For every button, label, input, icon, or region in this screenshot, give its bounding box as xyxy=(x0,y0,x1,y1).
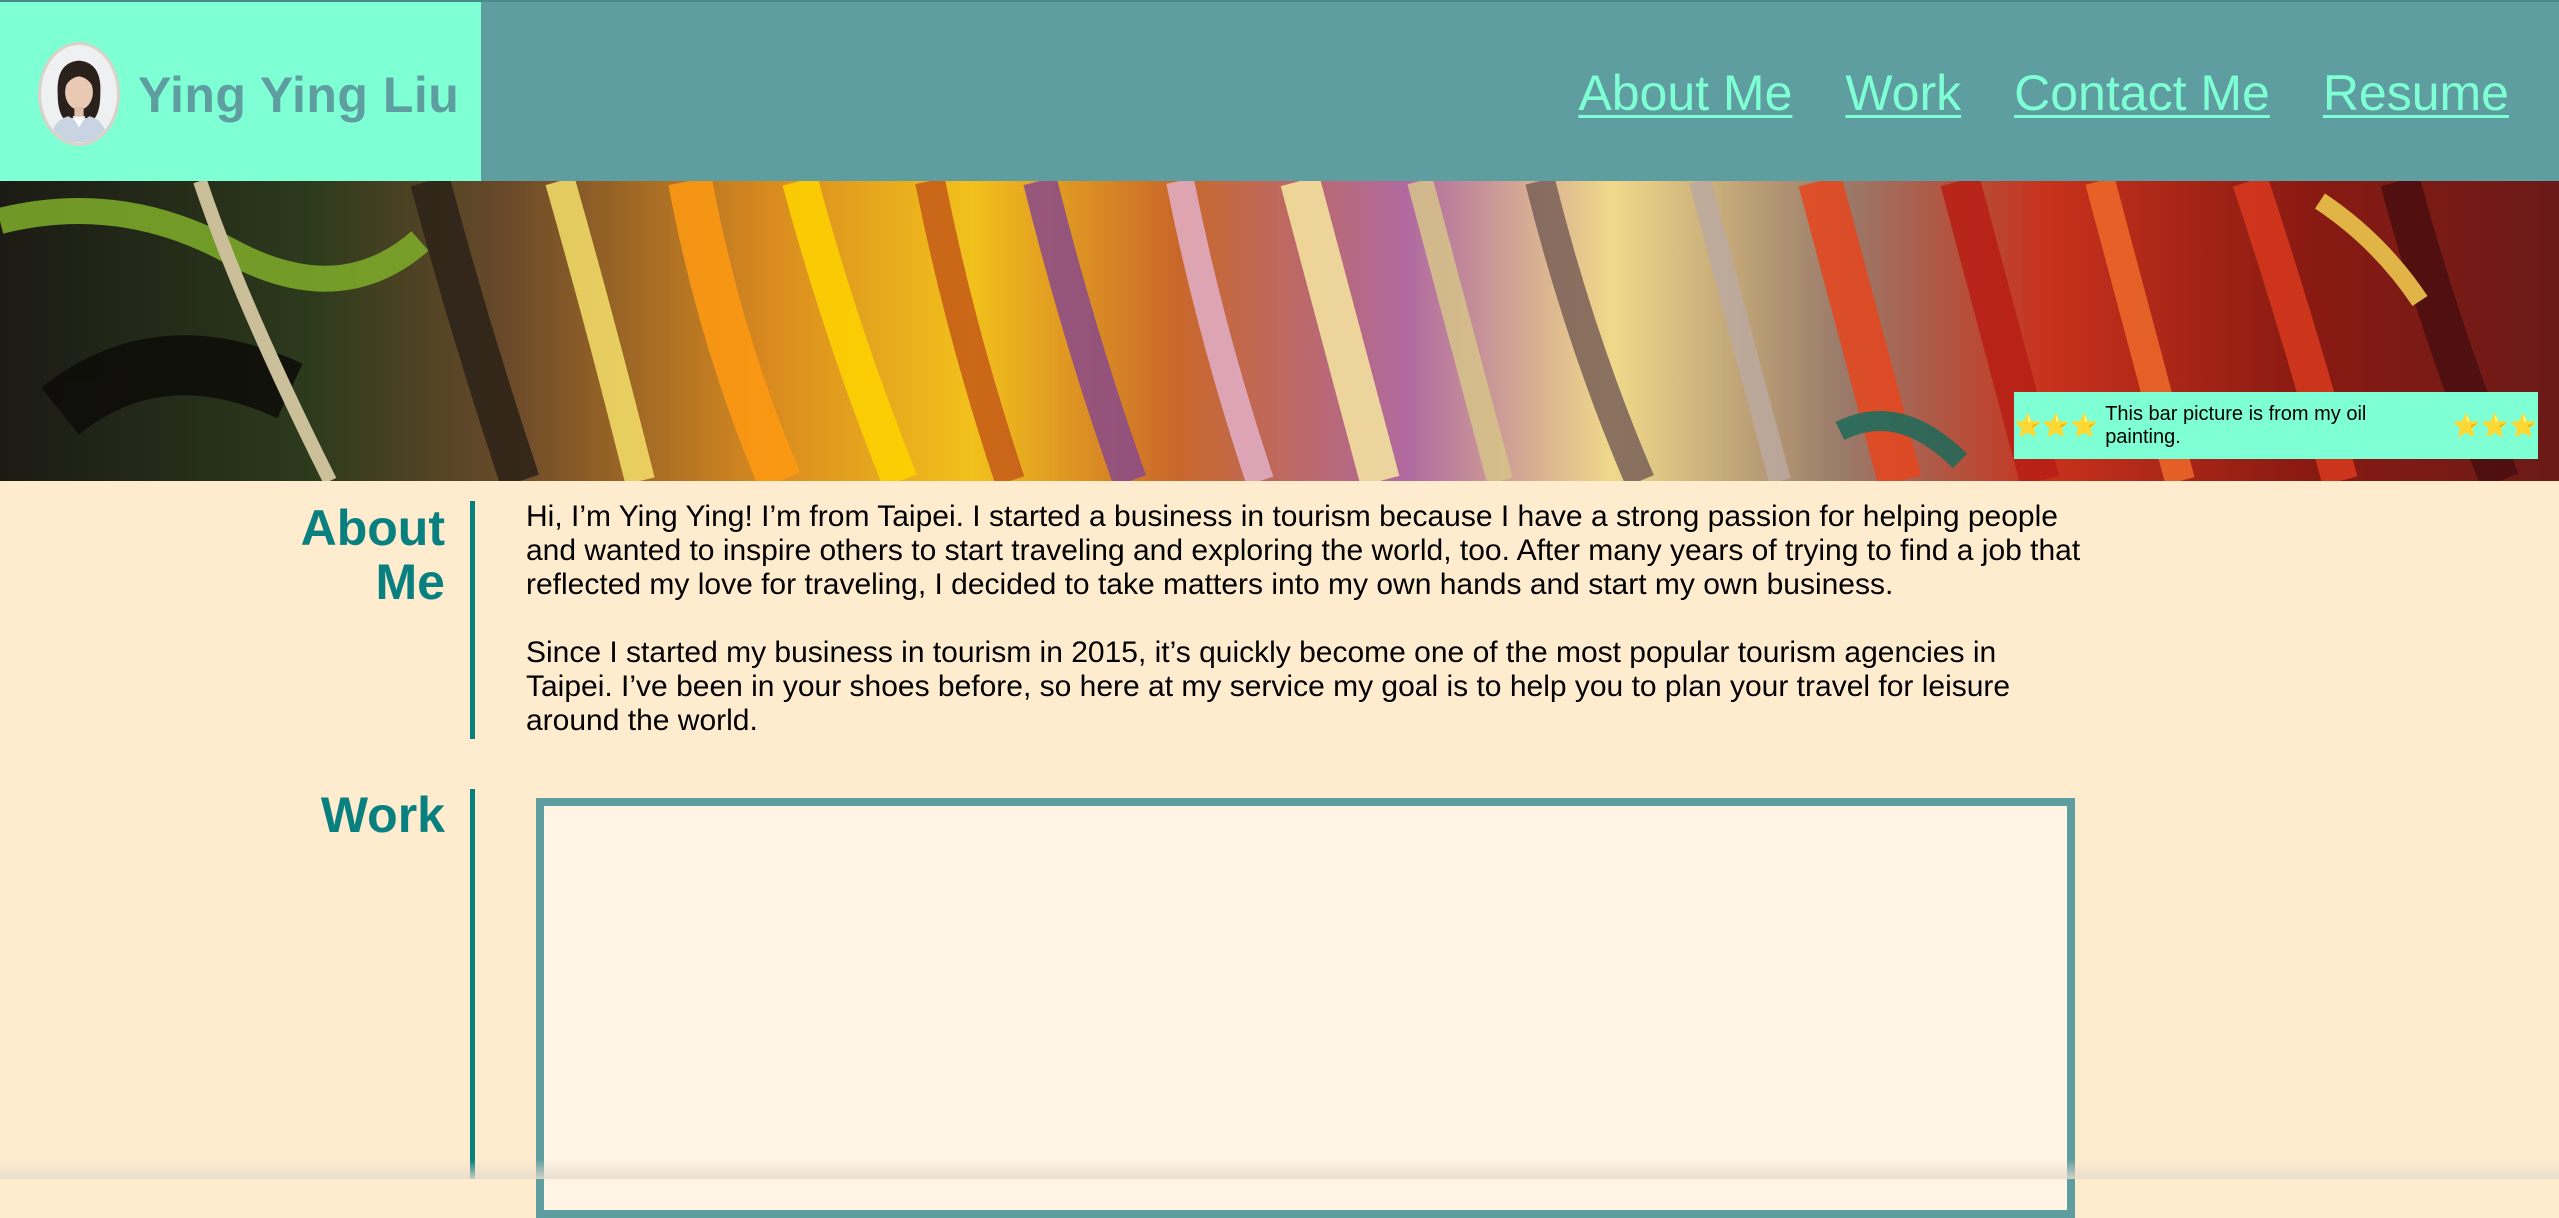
bottom-shadow xyxy=(0,1160,2559,1179)
banner-caption: ⭐⭐⭐ This bar picture is from my oil pain… xyxy=(2014,392,2538,459)
site-header: Ying Ying Liu About Me Work Contact Me R… xyxy=(0,0,2559,183)
nav-link-about-me[interactable]: About Me xyxy=(1578,64,1792,122)
banner-caption-text: This bar picture is from my oil painting… xyxy=(2105,402,2367,448)
star-icon: ⭐⭐⭐ xyxy=(2452,412,2538,438)
hero-banner: ⭐⭐⭐ This bar picture is from my oil pain… xyxy=(0,181,2559,481)
about-me-heading: About Me xyxy=(245,501,445,609)
avatar-portrait-icon xyxy=(41,45,117,143)
main-nav: About Me Work Contact Me Resume xyxy=(1578,64,2509,122)
nav-link-contact-me[interactable]: Contact Me xyxy=(2014,64,2270,122)
brand-name[interactable]: Ying Ying Liu xyxy=(138,66,459,124)
about-paragraph-1: Hi, I’m Ying Ying! I’m from Taipei. I st… xyxy=(526,500,2081,601)
brand-block: Ying Ying Liu xyxy=(0,2,481,183)
about-me-heading-line2: Me xyxy=(375,554,445,610)
work-divider xyxy=(470,789,475,1179)
star-icon: ⭐⭐⭐ xyxy=(2014,412,2100,438)
nav-link-resume[interactable]: Resume xyxy=(2323,64,2509,122)
about-me-heading-line1: About xyxy=(300,500,445,556)
about-divider xyxy=(470,501,475,739)
work-content-frame[interactable] xyxy=(536,798,2075,1218)
about-me-body: Hi, I’m Ying Ying! I’m from Taipei. I st… xyxy=(526,500,2086,738)
nav-link-work[interactable]: Work xyxy=(1845,64,1961,122)
avatar xyxy=(38,42,120,146)
work-heading: Work xyxy=(320,787,445,843)
about-paragraph-2: Since I started my business in tourism i… xyxy=(526,636,2011,737)
